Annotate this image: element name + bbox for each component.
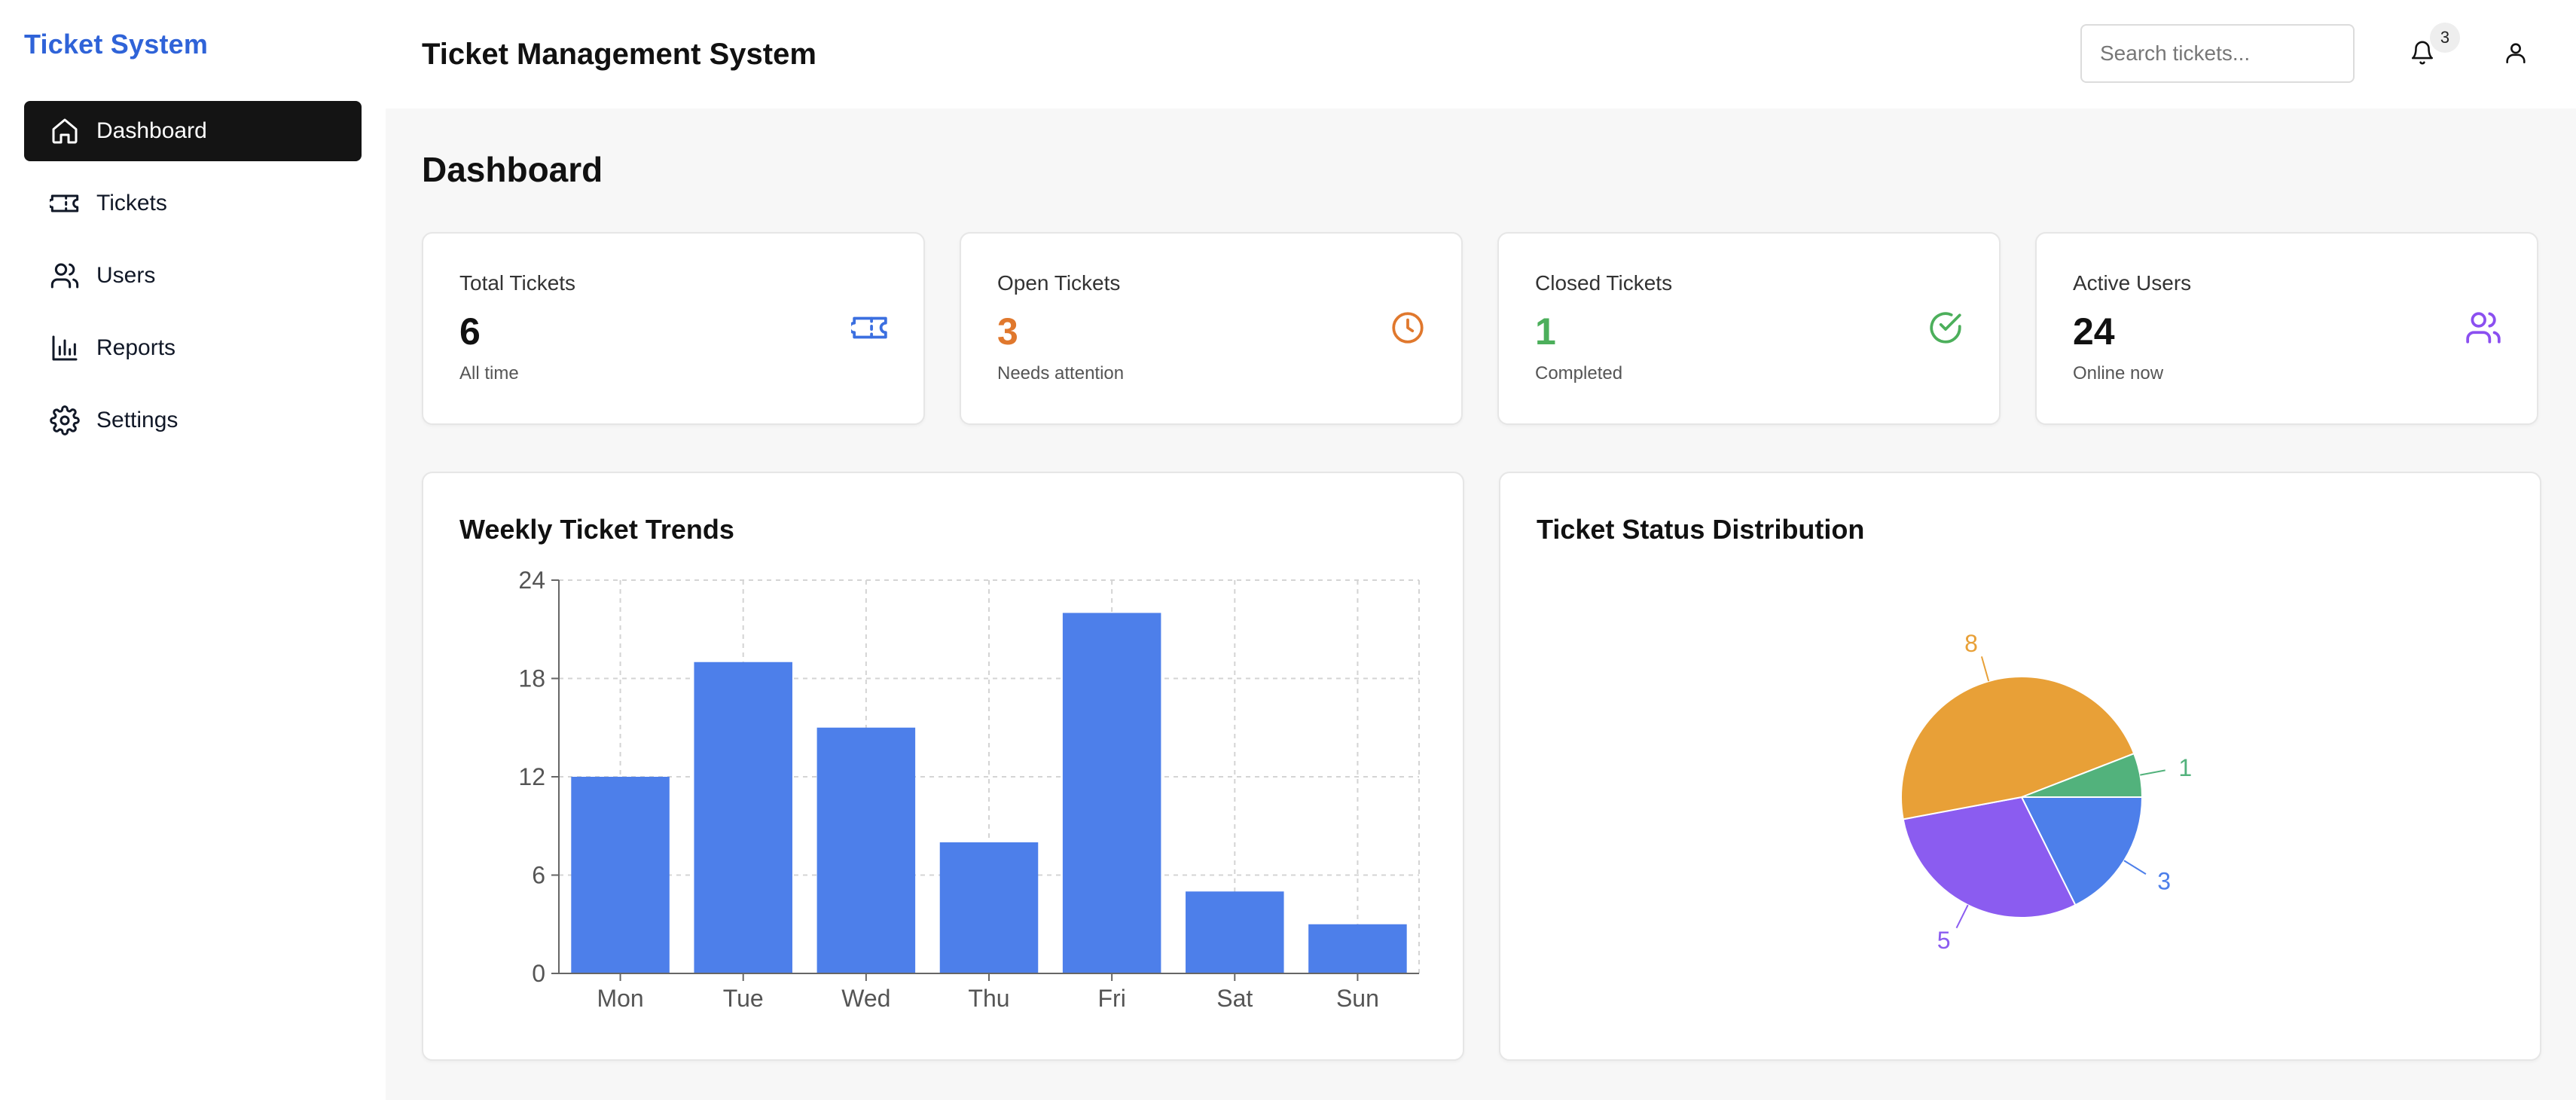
stat-label: Open Tickets bbox=[997, 271, 1121, 295]
pie-leader-line bbox=[1980, 656, 1990, 682]
x-tick-label: Tue bbox=[723, 985, 764, 1012]
sidebar-item-label: Dashboard bbox=[96, 118, 207, 143]
stats-row: Total Tickets 6 All time Open Tickets 3 … bbox=[422, 232, 2541, 425]
pie-label: 8 bbox=[1964, 630, 1978, 657]
sidebar-item-label: Tickets bbox=[96, 191, 167, 215]
pie-leader-line bbox=[2140, 769, 2165, 776]
users-icon bbox=[2466, 312, 2501, 344]
sidebar-nav: Dashboard Tickets Users Reports Settings bbox=[24, 101, 362, 451]
clock-icon bbox=[1392, 312, 1424, 344]
weekly-trends-card: Weekly Ticket Trends 0 6 12 18 24 Mon Tue Wed Th… bbox=[422, 472, 1464, 1061]
stat-card-total-tickets: Total Tickets 6 All time bbox=[422, 232, 925, 425]
y-tick-label: 12 bbox=[518, 763, 545, 790]
pie-leader-line bbox=[2123, 860, 2147, 875]
stat-value: 3 bbox=[997, 310, 1018, 353]
x-tick-label: Thu bbox=[968, 985, 1009, 1012]
sidebar-item-settings[interactable]: Settings bbox=[24, 390, 362, 451]
dashboard-content: Dashboard Total Tickets 6 All time Open … bbox=[386, 108, 2576, 1061]
ticket-icon bbox=[50, 194, 79, 212]
y-tick-label: 24 bbox=[518, 567, 545, 594]
sidebar-item-tickets[interactable]: Tickets bbox=[24, 173, 362, 234]
ticket-icon bbox=[851, 316, 887, 339]
user-icon bbox=[2506, 43, 2526, 64]
pie-leader-line bbox=[1955, 904, 1969, 929]
home-icon bbox=[52, 118, 78, 144]
bar bbox=[939, 842, 1039, 973]
x-tick-label: Wed bbox=[841, 985, 890, 1012]
notification-badge: 3 bbox=[2430, 23, 2460, 53]
x-tick-label: Mon bbox=[597, 985, 643, 1012]
main-area: Ticket Management System 3 Dashboard Tot… bbox=[386, 0, 2576, 1100]
search-input[interactable] bbox=[2080, 24, 2355, 83]
pie-label: 3 bbox=[2157, 868, 2171, 895]
check-circle-icon bbox=[1930, 312, 1961, 344]
stat-subtext: Needs attention bbox=[997, 363, 1125, 383]
charts-row: Weekly Ticket Trends 0 6 12 18 24 Mon Tue Wed Th… bbox=[422, 472, 2541, 1061]
bar bbox=[694, 662, 792, 973]
brand-logo[interactable]: Ticket System bbox=[24, 0, 362, 89]
bar bbox=[816, 727, 916, 973]
y-tick-label: 6 bbox=[532, 862, 545, 889]
x-tick-label: Sat bbox=[1216, 985, 1253, 1012]
weekly-bar-chart: 0 6 12 18 24 Mon Tue Wed Thu Fri Sat Sun bbox=[518, 567, 1420, 1012]
stat-label: Total Tickets bbox=[459, 271, 576, 295]
y-tick-label: 18 bbox=[518, 665, 545, 692]
stat-subtext: All time bbox=[459, 363, 519, 383]
sidebar-item-dashboard[interactable]: Dashboard bbox=[24, 101, 362, 161]
notifications-button[interactable]: 3 bbox=[2400, 23, 2460, 75]
stat-label: Active Users bbox=[2073, 271, 2192, 295]
sidebar-item-label: Settings bbox=[96, 408, 179, 432]
user-menu-button[interactable] bbox=[2493, 30, 2538, 75]
y-tick-label: 0 bbox=[532, 960, 545, 987]
stat-value: 24 bbox=[2073, 310, 2115, 353]
sidebar-item-reports[interactable]: Reports bbox=[24, 318, 362, 378]
gear-icon bbox=[50, 405, 80, 435]
top-bar: Ticket Management System 3 bbox=[386, 0, 2576, 108]
stat-value: 1 bbox=[1535, 310, 1556, 353]
sidebar-item-users[interactable]: Users bbox=[24, 246, 362, 306]
status-distribution-card: Ticket Status Distribution 3581 bbox=[1499, 472, 2541, 1061]
bar bbox=[1308, 924, 1407, 973]
bar bbox=[1062, 613, 1161, 973]
sidebar-item-label: Users bbox=[96, 263, 156, 288]
stat-subtext: Online now bbox=[2073, 363, 2164, 383]
pie-label: 5 bbox=[1937, 927, 1951, 954]
bar-chart-icon bbox=[52, 335, 78, 361]
stat-card-active-users: Active Users 24 Online now bbox=[2035, 232, 2538, 425]
page-title: Dashboard bbox=[422, 150, 603, 189]
stat-value: 6 bbox=[459, 310, 481, 353]
stat-subtext: Completed bbox=[1535, 363, 1623, 383]
app-title: Ticket Management System bbox=[422, 37, 816, 71]
bar bbox=[571, 777, 670, 973]
stat-card-closed-tickets: Closed Tickets 1 Completed bbox=[1497, 232, 2001, 425]
bar bbox=[1186, 891, 1284, 973]
users-icon bbox=[50, 263, 79, 289]
x-tick-label: Sun bbox=[1336, 985, 1379, 1012]
stat-label: Closed Tickets bbox=[1535, 271, 1673, 295]
sidebar: Ticket System Dashboard Tickets Users Re… bbox=[0, 0, 386, 1100]
stat-card-open-tickets: Open Tickets 3 Needs attention bbox=[960, 232, 1463, 425]
x-tick-label: Fri bbox=[1097, 985, 1125, 1012]
status-pie-chart: 3 5 8 1 bbox=[1900, 630, 2192, 954]
sidebar-item-label: Reports bbox=[96, 335, 176, 360]
pie-label: 1 bbox=[2178, 754, 2192, 781]
